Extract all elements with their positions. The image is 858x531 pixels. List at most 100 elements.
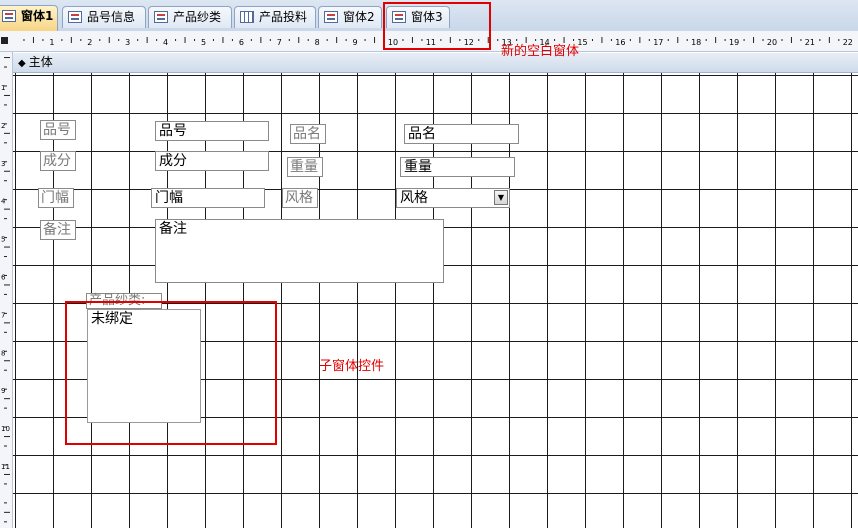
ruler-tick xyxy=(629,39,631,41)
ruler-tick xyxy=(639,37,641,43)
vruler-label: 5 xyxy=(1,236,5,244)
vruler-tick xyxy=(4,331,7,333)
field-chengfen[interactable]: 成分 xyxy=(155,151,269,171)
vruler-tick xyxy=(4,104,7,106)
ruler-tick xyxy=(601,37,603,43)
ruler-tick xyxy=(705,39,707,41)
vruler-tick xyxy=(4,398,10,400)
ruler-tick xyxy=(648,39,650,41)
vruler-label: 8 xyxy=(1,349,5,357)
form-icon xyxy=(2,10,16,22)
ruler-tick xyxy=(260,37,262,43)
ruler-label: 17 xyxy=(653,38,663,47)
label-beizhu[interactable]: 备注 xyxy=(40,220,76,240)
tab-product-yarn[interactable]: 产品纱类 xyxy=(148,6,232,28)
annotation-box-subform xyxy=(65,301,277,445)
tab-label: 窗体1 xyxy=(21,9,54,23)
form-icon xyxy=(324,11,338,23)
ruler-tick xyxy=(677,37,679,43)
vruler-tick xyxy=(4,483,7,485)
ruler-tick xyxy=(156,39,158,41)
ruler-tick xyxy=(743,39,745,41)
combo-fengge-value: 风格 xyxy=(400,190,428,206)
detail-section-bar[interactable]: ◆ 主体 xyxy=(13,53,858,73)
field-menfu[interactable]: 门幅 xyxy=(151,188,265,208)
tab-form2[interactable]: 窗体2 xyxy=(318,6,382,28)
label-chengfen[interactable]: 成分 xyxy=(40,151,76,171)
ruler-label: 4 xyxy=(163,38,168,47)
ruler-tick xyxy=(108,37,110,43)
vruler-tick xyxy=(4,407,7,409)
tab-product-feed[interactable]: 产品投料 xyxy=(234,6,316,28)
tab-label: 产品投料 xyxy=(259,10,308,24)
annotation-subform-control: 子窗体控件 xyxy=(319,359,385,374)
vruler-label: 10 xyxy=(1,425,10,433)
vruler-label: 4 xyxy=(1,198,6,206)
tab-pinhao-info[interactable]: 品号信息 xyxy=(62,6,146,28)
ruler-tick xyxy=(307,39,309,41)
ruler-tick xyxy=(70,37,72,43)
ruler-tick xyxy=(800,39,802,41)
ruler-tick xyxy=(146,37,148,43)
vruler-tick xyxy=(4,360,10,362)
field-pinming[interactable]: 品名 xyxy=(404,124,519,144)
ruler-tick xyxy=(222,37,224,43)
field-pinhao[interactable]: 品号 xyxy=(155,121,269,141)
vruler-label: 9 xyxy=(1,387,5,395)
ruler-tick xyxy=(326,39,328,41)
vruler-label: 6 xyxy=(1,274,6,282)
ruler-tick xyxy=(781,39,783,41)
ruler-label: 22 xyxy=(843,38,853,47)
ruler-tick xyxy=(591,39,593,41)
vruler-tick xyxy=(4,66,7,68)
ruler-label: 2 xyxy=(87,38,92,47)
form-selector-button[interactable] xyxy=(0,33,10,47)
vruler-tick xyxy=(4,142,7,144)
vruler-label: 11 xyxy=(1,463,10,471)
ruler-label: 5 xyxy=(201,38,206,47)
ruler-tick xyxy=(231,39,233,41)
label-pinhao[interactable]: 品号 xyxy=(40,120,76,140)
ruler-label: 3 xyxy=(125,38,130,47)
ruler-tick xyxy=(298,37,300,43)
ruler-tick xyxy=(336,37,338,43)
chevron-down-icon[interactable]: ▼ xyxy=(494,190,508,205)
vruler-tick xyxy=(4,284,10,286)
form-icon xyxy=(68,11,82,23)
ruler-label: 9 xyxy=(353,38,358,47)
tab-label: 窗体2 xyxy=(343,10,375,24)
annotation-new-form: 新的空白窗体 xyxy=(501,44,580,59)
vruler-tick xyxy=(4,132,10,134)
label-menfu[interactable]: 门幅 xyxy=(38,188,74,208)
ruler-tick xyxy=(42,39,44,41)
vruler-tick xyxy=(4,246,10,248)
ruler-tick xyxy=(80,39,82,41)
vruler-label: 3 xyxy=(1,160,5,168)
form-icon xyxy=(154,11,168,23)
ruler-tick xyxy=(724,39,726,41)
combo-fengge[interactable]: 风格 ▼ xyxy=(396,188,510,208)
label-fengge[interactable]: 风格 xyxy=(282,188,318,208)
label-zhongliang[interactable]: 重量 xyxy=(287,157,323,177)
tab-form1[interactable]: 窗体1 xyxy=(0,5,58,31)
ruler-label: 19 xyxy=(729,38,739,47)
ruler-tick xyxy=(838,39,840,41)
label-pinming[interactable]: 品名 xyxy=(290,124,326,144)
vruler-label: 7 xyxy=(1,311,5,319)
vruler-tick xyxy=(4,322,10,324)
vruler-tick xyxy=(4,94,10,96)
section-label: 主体 xyxy=(28,55,53,69)
ruler-tick xyxy=(364,39,366,41)
ruler-tick xyxy=(686,39,688,41)
ruler-tick xyxy=(345,39,347,41)
field-zhongliang[interactable]: 重量 xyxy=(400,157,515,177)
vruler-tick xyxy=(4,256,7,258)
ruler-tick xyxy=(610,39,612,41)
ruler-tick xyxy=(790,37,792,43)
field-beizhu[interactable]: 备注 xyxy=(155,219,444,283)
vruler-tick xyxy=(4,170,10,172)
vruler-label: 2 xyxy=(1,122,5,130)
vertical-ruler: 1 2 3 4 5 6 7 8 9 10 11 xyxy=(0,52,13,528)
vruler-tick xyxy=(4,293,7,295)
vruler-tick xyxy=(4,473,10,475)
